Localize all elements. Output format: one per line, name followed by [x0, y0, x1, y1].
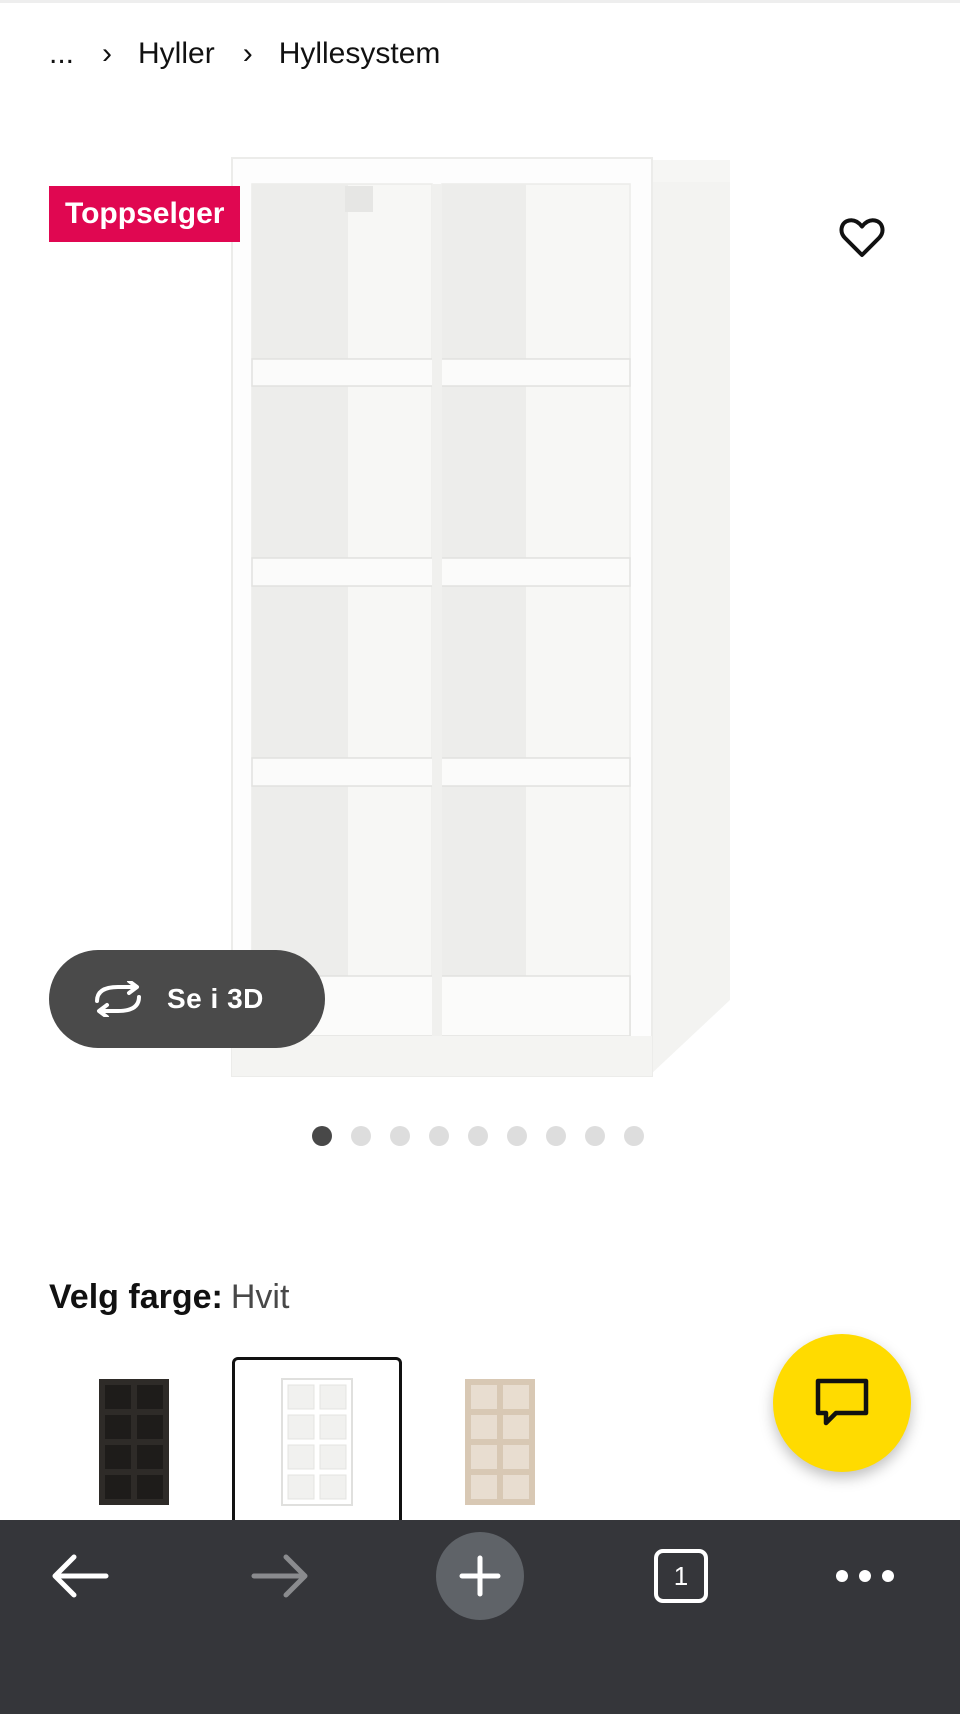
shelf-thumbnail-white-stained-oak — [465, 1379, 535, 1505]
view-in-3d-label: Se i 3D — [167, 983, 264, 1014]
color-selection-label: Velg farge: Hvit — [49, 1278, 289, 1317]
carousel-dot[interactable] — [585, 1126, 605, 1146]
carousel-dot[interactable] — [390, 1126, 410, 1146]
toppselger-badge: Toppselger — [49, 186, 241, 242]
rotate-3d-icon — [91, 979, 145, 1019]
breadcrumb: ... › Hyller › Hyllesystem — [49, 34, 440, 74]
heart-icon — [839, 218, 885, 257]
view-in-3d-button[interactable]: Se i 3D — [49, 950, 325, 1048]
carousel-dot[interactable] — [429, 1126, 449, 1146]
color-option-white[interactable] — [232, 1357, 402, 1527]
new-tab-button[interactable] — [436, 1530, 524, 1622]
color-option-white-stained-oak[interactable] — [415, 1357, 585, 1527]
tab-switcher-button[interactable]: 1 — [650, 1530, 712, 1622]
chat-bubble-icon — [815, 1378, 869, 1426]
chat-button[interactable] — [773, 1334, 911, 1472]
breadcrumb-ellipsis[interactable]: ... — [49, 37, 74, 71]
back-arrow-icon — [52, 1554, 109, 1598]
carousel-dot[interactable] — [312, 1126, 332, 1146]
forward-button[interactable] — [240, 1530, 320, 1622]
more-menu-icon — [836, 1570, 894, 1582]
favorite-button[interactable] — [834, 210, 890, 266]
color-option-black-brown[interactable] — [49, 1357, 219, 1527]
chevron-right-icon: › — [102, 37, 113, 70]
carousel-dot[interactable] — [624, 1126, 644, 1146]
chevron-right-icon: › — [242, 37, 253, 70]
breadcrumb-item-hyller[interactable]: Hyller — [138, 37, 215, 71]
more-menu-button[interactable] — [830, 1530, 900, 1622]
selected-color-value: Hvit — [230, 1278, 290, 1316]
carousel-dot[interactable] — [546, 1126, 566, 1146]
back-button[interactable] — [40, 1530, 120, 1622]
top-divider — [0, 0, 960, 3]
new-tab-plus-icon — [436, 1532, 524, 1620]
carousel-dot[interactable] — [351, 1126, 371, 1146]
carousel-dot[interactable] — [468, 1126, 488, 1146]
carousel-dot[interactable] — [507, 1126, 527, 1146]
shelf-thumbnail-white — [281, 1378, 353, 1506]
color-label-title: Velg farge: — [49, 1278, 223, 1316]
breadcrumb-item-hyllesystem[interactable]: Hyllesystem — [279, 37, 441, 71]
shelf-thumbnail-black-brown — [99, 1379, 169, 1505]
forward-arrow-icon — [251, 1554, 308, 1598]
tab-switcher-icon: 1 — [654, 1549, 708, 1603]
image-carousel-indicator — [312, 1126, 644, 1146]
